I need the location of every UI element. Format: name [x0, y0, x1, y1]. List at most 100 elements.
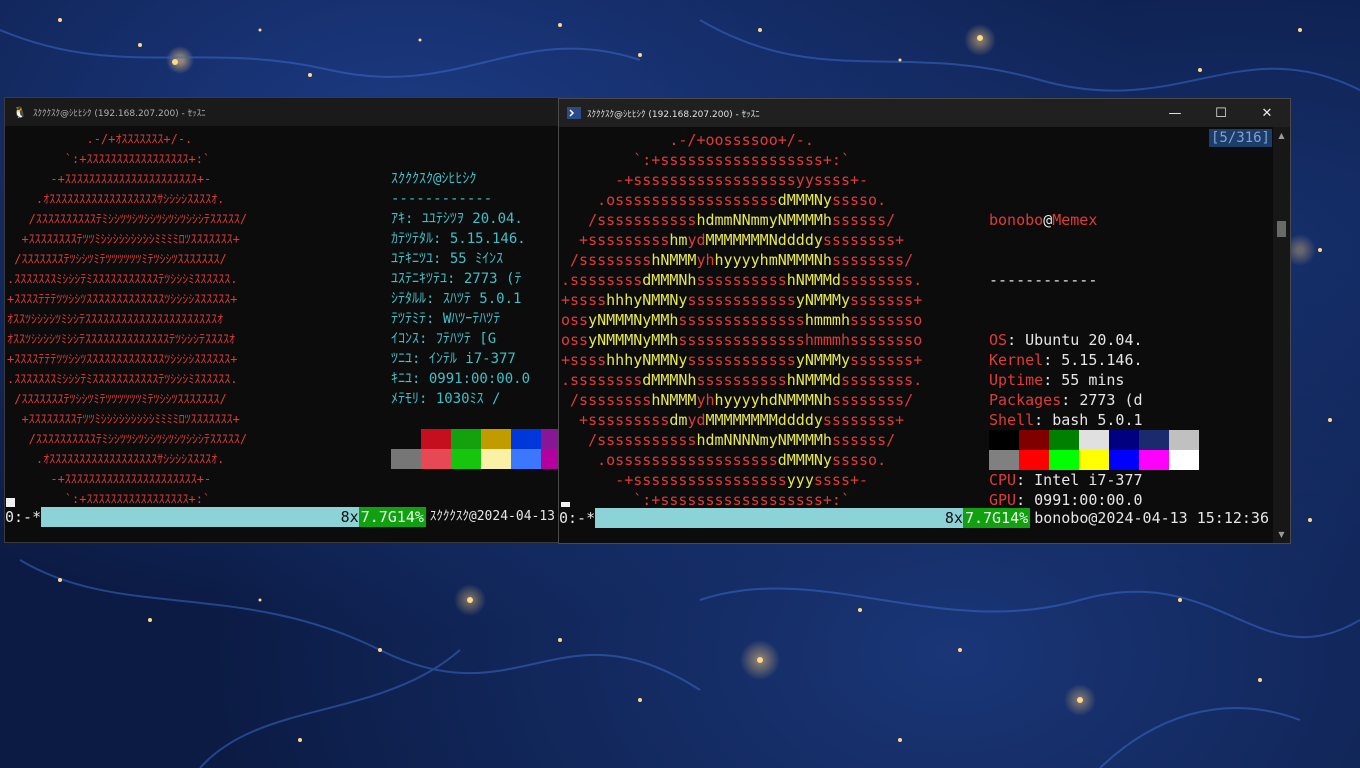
- palette-swatch: [1079, 450, 1109, 470]
- palette-swatch: [511, 429, 541, 449]
- info-value: Intel i7-377: [1034, 471, 1143, 489]
- palette-swatch: [1019, 430, 1049, 450]
- tmux-window-label: 0:-*: [5, 507, 42, 527]
- terminal-content-left[interactable]: .-/+ｵｽｽｽｽｽｽｽ+/-. `:+ｽｽｽｽｽｽｽｽｽｽｽｽｽｽｽｽｽ+:`…: [5, 126, 559, 542]
- ascii-logo-right: .-/+oossssoo+/-. `:+ssssssssssssssssss+:…: [561, 131, 923, 509]
- close-button[interactable]: ✕: [1244, 99, 1290, 127]
- tmux-window-label: 0:-*: [559, 508, 596, 528]
- color-palette-right: [989, 430, 1199, 470]
- info-line: ﾕﾃｷﾆﾂﾕ: 55 ﾐｲﾝｽ: [391, 251, 504, 267]
- info-row: OS: Ubuntu 20.04.: [989, 331, 1143, 349]
- info-value: 5.15.146.: [1061, 351, 1143, 369]
- ascii-art-line: -+ｽｽｽｽｽｽｽｽｽｽｽｽｽｽｽｽｽｽｽｽｽｽ+-: [7, 472, 212, 486]
- palette-swatch: [1079, 430, 1109, 450]
- titlebar-left[interactable]: 🐧 ｽｸｸｸｽｸ@ｼﾋﾋｼｸ (192.168.207.200) - ｾｯｽﾆ: [5, 98, 559, 126]
- tmux-memory-label: 7.7G14%: [358, 507, 426, 527]
- info-line: ﾕｽﾃﾆｷﾂﾃﾕ: 2773 (ﾃ: [391, 271, 522, 287]
- ascii-art-line: ｵｽｽﾂｼｼｼｼﾂﾐｼｼﾃｽｽｽｽｽｽｽｽｽｽｽｽｽｽｽｽｽｽｽｽｽｽｵ: [7, 312, 224, 326]
- linux-penguin-icon: 🐧: [13, 105, 27, 119]
- minimize-button[interactable]: —: [1152, 99, 1198, 127]
- ascii-art-line: .ｵｽｽｽｽｽｽｽｽｽｽｽｽｽｽｽｽｽｽｻｼｼｼｼｽｽｽｽｵ.: [7, 452, 225, 466]
- ascii-art-line: /ｽｽｽｽｽｽｽｽｽｽﾃﾐｼｼﾂﾂｼﾂｼｼﾂｼﾂｼﾂｼｼｼﾃｽｽｽｽｽ/: [7, 212, 248, 226]
- host-name: Memex: [1052, 211, 1098, 229]
- ascii-art-line: `:+ｽｽｽｽｽｽｽｽｽｽｽｽｽｽｽｽｽ+:`: [7, 152, 211, 166]
- scroll-down-icon[interactable]: ▼: [1273, 526, 1290, 543]
- maximize-icon: ☐: [1215, 105, 1227, 121]
- window-controls: — ☐ ✕: [1152, 99, 1290, 127]
- info-value: bash 5.0.1: [1052, 411, 1143, 429]
- info-line: ｱｷ: ﾕﾕﾃｼﾂｦ 20.04.: [391, 211, 523, 227]
- palette-swatch: [1019, 450, 1049, 470]
- info-line: ﾒﾃﾓﾘ: 1030ﾐｽ /: [391, 391, 501, 407]
- tmux-clock-label: ｽｸｸｸｽｸ@2024-04-13: [425, 507, 559, 527]
- info-key: Packages: [989, 391, 1062, 409]
- info-value: 0991:00:00.0: [1034, 491, 1143, 509]
- color-palette-left: [391, 429, 559, 469]
- maximize-button[interactable]: ☐: [1198, 99, 1244, 127]
- palette-swatch: [1109, 430, 1139, 450]
- info-key: OS: [989, 331, 1008, 349]
- info-row: Shell: bash 5.0.1: [989, 411, 1143, 429]
- palette-swatch: [451, 449, 481, 469]
- info-line: ﾂﾆﾕ: ｲﾝﾃﾙ i7-377: [391, 351, 516, 367]
- ascii-art-line: +ｽｽｽｽｽｽｽｽﾃﾂﾂﾐｼｼｼｼｼｼｼｼｼﾐﾐﾐﾐﾛﾂｽｽｽｽｽｽｽ+: [7, 412, 240, 426]
- info-separator: ------------: [989, 271, 1098, 289]
- info-line: ------------: [391, 191, 493, 207]
- terminal-window-right[interactable]: ｽｸｸｸｽｸ@ｼﾋﾋｼｸ (192.168.207.200) - ｾｯｽﾆ — …: [558, 98, 1291, 544]
- ascii-art-line: /ｽｽｽｽｽｽｽｽｽｽﾃﾐｼｼﾂﾂｼﾂｼｼﾂｼﾂｼﾂｼｼｼﾃｽｽｽｽｽ/: [7, 432, 248, 446]
- palette-swatch: [481, 449, 511, 469]
- info-row: Packages: 2773 (d: [989, 391, 1143, 409]
- system-info-right: bonobo@Memex ------------ OS: Ubuntu 20.…: [989, 170, 1143, 543]
- ascii-art-line: /ｽｽｽｽｽｽｽﾃﾂｼｼﾂﾐﾃﾂﾂﾂﾂﾂﾂﾐﾃﾂｼｼﾂｽｽｽｽｽｽｽ/: [7, 392, 227, 406]
- palette-swatch: [421, 449, 451, 469]
- user-host-line: bonobo@Memex: [989, 211, 1098, 229]
- palette-swatch: [1139, 430, 1169, 450]
- ascii-art-line: /ｽｽｽｽｽｽｽﾃﾂｼｼﾂﾐﾃﾂﾂﾂﾂﾂﾂﾐﾃﾂｼｼﾂｽｽｽｽｽｽｽ/: [7, 252, 227, 266]
- tmux-right-label: 8x: [942, 508, 963, 528]
- vertical-scrollbar[interactable]: ▲ ▼: [1273, 127, 1290, 543]
- tmux-right-label: 8x: [338, 507, 359, 527]
- info-value: 2773 (d: [1079, 391, 1143, 409]
- titlebar-right[interactable]: ｽｸｸｸｽｸ@ｼﾋﾋｼｸ (192.168.207.200) - ｾｯｽﾆ — …: [559, 99, 1290, 127]
- info-line: ｲｺﾝｽ: ﾌﾃﾊﾂﾃ [G: [391, 331, 497, 347]
- ascii-art-line: .ｽｽｽｽｽｽｽﾐｼｼｼﾃﾐｽｽｽｽｽｽｽｽｽｽｽﾃﾂｼｼｼﾐｽｽｽｽｽｽ.: [7, 372, 238, 386]
- info-row: CPU: Intel i7-377: [989, 471, 1143, 489]
- info-row: Kernel: 5.15.146.: [989, 351, 1143, 369]
- scrollbar-thumb[interactable]: [1277, 221, 1286, 237]
- info-line: ｼﾃﾀﾙﾙ: ｽﾊﾂﾃ 5.0.1: [391, 291, 522, 307]
- palette-swatch: [391, 429, 421, 449]
- ascii-art-line: `:+ｽｽｽｽｽｽｽｽｽｽｽｽｽｽｽｽｽ+:`: [7, 492, 211, 506]
- tmux-statusbar-right: 0:-* 8x 7.7G14% bonobo@2024-04-13 15:12:…: [559, 508, 1273, 528]
- palette-swatch: [451, 429, 481, 449]
- ascii-art-line: +ｽｽｽｽﾃﾃﾃﾂﾂｼｼﾂｽｽｽｽｽｽｽｽｽｽｽｽｽﾂｼｼｼｼｽｽｽｽｽｽ+: [7, 352, 238, 366]
- info-line: ﾃﾂﾃﾐﾃ: Wﾊﾂｰﾃﾊﾂﾃ: [391, 311, 501, 327]
- scroll-up-icon[interactable]: ▲: [1273, 127, 1290, 144]
- palette-swatch: [1049, 430, 1079, 450]
- info-key: Kernel: [989, 351, 1044, 369]
- window-title-right: ｽｸｸｸｽｸ@ｼﾋﾋｼｸ (192.168.207.200) - ｾｯｽﾆ: [587, 109, 760, 120]
- palette-swatch: [1169, 430, 1199, 450]
- info-row: Uptime: 55 mins: [989, 371, 1125, 389]
- info-row: GPU: 0991:00:00.0: [989, 491, 1143, 509]
- ascii-art-line: -+ｽｽｽｽｽｽｽｽｽｽｽｽｽｽｽｽｽｽｽｽｽｽ+-: [7, 172, 212, 186]
- tmux-scroll-position: [5/316]: [1208, 129, 1272, 147]
- info-value: Ubuntu 20.04.: [1025, 331, 1143, 349]
- cursor-left: [6, 498, 15, 507]
- palette-swatch: [421, 429, 451, 449]
- info-line: ｷﾆﾕ: 0991:00:00.0: [391, 371, 531, 387]
- info-key: GPU: [989, 491, 1017, 509]
- minimize-icon: —: [1168, 105, 1182, 121]
- info-line: ｶﾃﾂﾃﾀﾙ: 5.15.146.: [391, 231, 526, 247]
- terminal-window-left[interactable]: 🐧 ｽｸｸｸｽｸ@ｼﾋﾋｼｸ (192.168.207.200) - ｾｯｽﾆ …: [4, 97, 560, 543]
- close-icon: ✕: [1261, 105, 1273, 121]
- terminal-icon: [567, 106, 581, 120]
- palette-swatch: [989, 430, 1019, 450]
- tmux-memory-label: 7.7G14%: [962, 508, 1031, 528]
- window-title-left: ｽｸｸｸｽｸ@ｼﾋﾋｼｸ (192.168.207.200) - ｾｯｽﾆ: [33, 108, 206, 119]
- ascii-art-line: .ｽｽｽｽｽｽｽﾐｼｼｼﾃﾐｽｽｽｽｽｽｽｽｽｽｽﾃﾂｼｼｼﾐｽｽｽｽｽｽ.: [7, 272, 238, 286]
- info-value: 55 mins: [1061, 371, 1125, 389]
- palette-swatch: [1109, 450, 1139, 470]
- ascii-logo-left: .-/+ｵｽｽｽｽｽｽｽ+/-. `:+ｽｽｽｽｽｽｽｽｽｽｽｽｽｽｽｽｽ+:`…: [7, 129, 247, 509]
- ascii-art-line: +ｽｽｽｽｽｽｽｽﾃﾂﾂﾐｼｼｼｼｼｼｼｼｼﾐﾐﾐﾐﾛﾂｽｽｽｽｽｽｽ+: [7, 232, 240, 246]
- terminal-content-right[interactable]: .-/+oossssoo+/-. `:+ssssssssssssssssss+:…: [559, 127, 1290, 543]
